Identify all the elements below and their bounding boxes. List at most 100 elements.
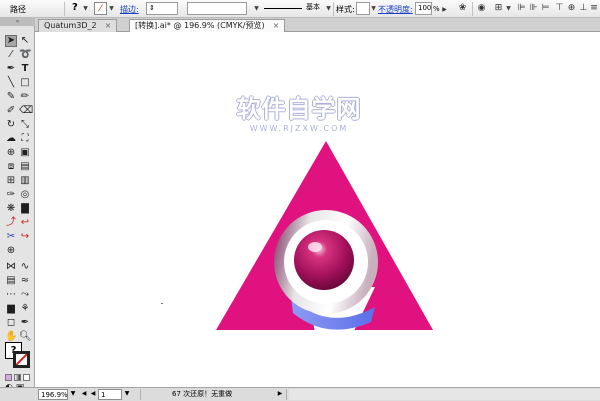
separator <box>333 2 334 16</box>
rotate-icon[interactable]: ↻ <box>5 119 17 131</box>
graphic-style-swatch[interactable] <box>356 2 370 15</box>
watermark-title: 软件自学网 <box>236 95 362 123</box>
none-mode-icon[interactable] <box>23 374 30 381</box>
bar-graph-icon[interactable]: ▆ <box>5 303 17 315</box>
blob-brush-icon[interactable]: ✐ <box>5 105 17 117</box>
logo-artwork[interactable] <box>215 137 437 337</box>
eyedropper-small-icon[interactable]: ✒ <box>19 317 31 329</box>
mesh-icon[interactable]: ⊞ <box>5 175 17 187</box>
stroke-link[interactable]: 描边: <box>120 4 139 15</box>
eraser-icon[interactable]: ⌫ <box>19 105 33 117</box>
document-tab[interactable]: Quatum3D_2 × <box>38 19 118 32</box>
tools-panel: « ➤ ↖ ⁄ ➰ ✒ T ╲ □ ✎ ✏ ✐ ⌫ ↻ ⤡ ☁ ⛶ ⊕ ▣ ⧈ … <box>0 18 35 393</box>
align-icon[interactable]: ⊞ <box>492 2 505 15</box>
profile-dropdown-arrow[interactable]: ▼ <box>253 3 260 14</box>
stroke-swatch-large[interactable] <box>13 351 30 368</box>
tab-label: [转换].ai* @ 196.9% (CMYK/预览) <box>135 21 265 30</box>
symbol-sprayer-icon[interactable]: ❋ <box>5 203 17 215</box>
gradient-mode-icon[interactable] <box>14 374 21 381</box>
panel-collapse-grip[interactable]: « <box>0 18 35 26</box>
sphere-highlight <box>308 242 322 252</box>
hand-icon[interactable]: ⊕ <box>5 245 17 257</box>
tab-label: Quatum3D_2 <box>44 21 97 30</box>
separator <box>472 2 473 16</box>
wave-icon[interactable]: ∿ <box>19 261 31 273</box>
brush-dropdown-arrow[interactable]: ▼ <box>325 3 332 14</box>
watermark-url: WWW.RJZXW.COM <box>249 124 349 133</box>
slice-select-icon[interactable]: ◻ <box>5 317 17 329</box>
perspective-select-icon[interactable]: ▤ <box>19 161 31 173</box>
status-info: 67 次还原！无重做 <box>172 390 233 398</box>
horizontal-scrollbar[interactable] <box>289 389 600 400</box>
direct-select-icon[interactable]: ↖ <box>19 35 31 47</box>
free-transform-icon[interactable]: ⛶ <box>19 133 31 145</box>
stroke-swatch[interactable]: ⁄ <box>94 2 107 15</box>
fill-stroke-control[interactable]: ? <box>5 342 30 372</box>
stroke-dropdown-arrow[interactable]: ▼ <box>108 3 115 14</box>
page-dropdown-arrow[interactable]: ▼ <box>123 389 131 400</box>
brush-icon[interactable]: ✎ <box>5 91 17 103</box>
perspective-grid-icon[interactable]: ⧈ <box>5 161 17 173</box>
fill-swatch[interactable]: ? <box>72 2 78 13</box>
watermark: 软件自学网 WWW.RJZXW.COM <box>224 89 374 133</box>
separator <box>64 2 65 16</box>
rectangle-icon[interactable]: □ <box>19 77 31 89</box>
blend-icon[interactable]: ◎ <box>19 189 31 201</box>
separator <box>140 389 141 400</box>
separator <box>286 389 287 400</box>
crystallize-icon[interactable]: ≈ <box>19 275 31 287</box>
warp-icon[interactable]: ☁ <box>5 133 17 145</box>
close-icon[interactable]: × <box>273 21 280 30</box>
layers-icon[interactable]: ▤ <box>5 275 17 287</box>
opacity-arrow-icon[interactable]: ▶ <box>438 3 451 16</box>
gradient-icon[interactable]: ▥ <box>19 175 31 187</box>
variable-width-profile[interactable] <box>187 2 247 15</box>
stroke-weight-field[interactable]: ⇕ <box>146 2 178 15</box>
line-icon[interactable]: ╲ <box>5 77 17 89</box>
color-mode-icon[interactable] <box>5 374 12 381</box>
opacity-link[interactable]: 不透明度: <box>378 4 413 15</box>
recolor-artwork-icon[interactable]: ❀ <box>456 2 469 15</box>
document-tab-active[interactable]: [转换].ai* @ 196.9% (CMYK/预览) × <box>129 19 286 32</box>
opacity-field[interactable]: 100 <box>415 2 432 15</box>
pen-icon[interactable]: ✒ <box>5 63 17 75</box>
selection-arrow-icon[interactable]: ➤ <box>5 35 17 47</box>
prev-page-icon[interactable]: ◀ <box>89 389 97 400</box>
status-menu-arrow[interactable]: ▶ <box>276 389 284 400</box>
live-paint-icon[interactable]: ▣ <box>19 147 31 159</box>
shape-builder-icon[interactable]: ⊕ <box>5 147 17 159</box>
column-graph-icon[interactable]: ▇ <box>19 203 31 215</box>
knife-icon[interactable]: ↪ <box>19 231 31 243</box>
pencil-icon[interactable]: ✏ <box>19 91 31 103</box>
stray-point <box>161 303 163 304</box>
magic-wand-icon[interactable]: ⁄ <box>5 49 17 61</box>
align-right-icon[interactable]: ⊨ <box>539 2 552 15</box>
zoom-dropdown-arrow[interactable]: ▼ <box>69 389 77 400</box>
scissors-icon[interactable]: ✂ <box>5 231 17 243</box>
artboard-canvas[interactable]: 软件自学网 WWW.RJZXW.COM <box>35 32 600 387</box>
align-arrow[interactable]: ▼ <box>505 3 512 14</box>
first-page-icon[interactable]: ◀ <box>80 389 88 400</box>
graphic-style-arrow[interactable]: ▼ <box>370 3 377 14</box>
artboard-icon[interactable]: ⤴ <box>5 217 17 229</box>
spray-icon[interactable]: ⚘ <box>19 303 31 315</box>
sphere <box>294 230 354 290</box>
eyedropper-icon[interactable]: ✑ <box>5 189 17 201</box>
page-field[interactable]: 1 <box>98 389 122 400</box>
slice-icon[interactable]: ↩ <box>19 217 31 229</box>
width-icon[interactable]: ⋯ <box>5 289 17 301</box>
fill-dropdown-arrow[interactable]: ▼ <box>82 3 89 14</box>
selection-type-label: 路径 <box>10 5 26 14</box>
close-icon[interactable]: × <box>105 21 112 30</box>
control-bar: 路径 ? ▼ ⁄ ▼ 描边: ⇕ ▼ 基本 ▼ 样式: ▼ 不透明度: 100 … <box>0 0 600 18</box>
brush-definition[interactable]: 基本 <box>262 2 322 15</box>
panel-menu-icon[interactable]: ≡ <box>589 2 599 15</box>
zoom-field[interactable]: 196.9% <box>38 389 68 400</box>
graph-icon[interactable]: ⤳ <box>19 289 31 301</box>
document-setup-icon[interactable]: ◉ <box>475 2 488 15</box>
envelope-icon[interactable]: ⋈ <box>5 261 17 273</box>
type-icon[interactable]: T <box>19 63 31 75</box>
lasso-icon[interactable]: ➰ <box>19 49 31 61</box>
style-label: 样式: <box>336 5 355 14</box>
scale-icon[interactable]: ⤡ <box>19 119 31 131</box>
